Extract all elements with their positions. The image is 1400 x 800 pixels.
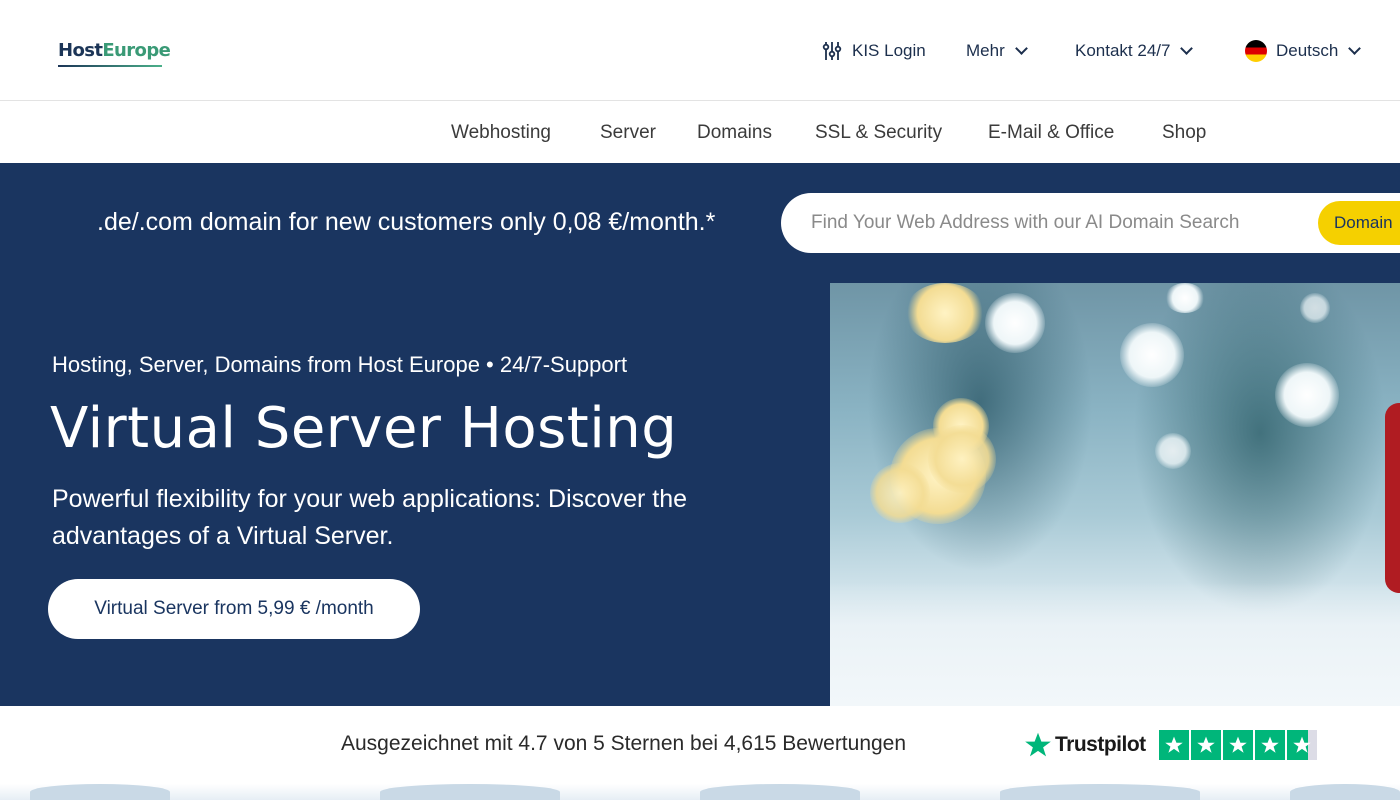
trustpilot-wordmark: Trustpilot <box>1055 733 1146 756</box>
winter-bokeh-image <box>830 283 1400 706</box>
domain-search-input[interactable] <box>811 207 1311 239</box>
trustpilot-star-icon <box>1025 732 1051 757</box>
rating-star-icon <box>1255 730 1285 760</box>
trustpilot-stars <box>1159 730 1319 760</box>
nav-ssl-security[interactable]: SSL & Security <box>815 102 942 163</box>
chevron-down-icon <box>1014 41 1028 55</box>
virtual-server-cta-button[interactable]: Virtual Server from 5,99 € /month <box>48 579 420 639</box>
rating-star-icon <box>1159 730 1189 760</box>
contact-label: Kontakt 24/7 <box>1075 41 1171 60</box>
hero-description: Powerful flexibility for your web applic… <box>52 485 687 550</box>
nav-domains[interactable]: Domains <box>697 102 772 163</box>
contact-menu[interactable]: Kontakt 24/7 <box>1075 38 1194 64</box>
side-feedback-tab[interactable] <box>1385 403 1400 593</box>
chevron-down-icon <box>1180 41 1194 55</box>
kis-login-label: KIS Login <box>852 41 926 60</box>
logo-underline <box>58 65 162 67</box>
top-header: HostEurope KIS Login Mehr Kontakt 24/7 D… <box>0 0 1400 101</box>
kis-login-link[interactable]: KIS Login <box>822 38 926 64</box>
domain-promo-text: .de/.com domain for new customers only 0… <box>97 208 716 236</box>
nav-server[interactable]: Server <box>600 102 656 163</box>
chevron-down-icon <box>1348 41 1362 55</box>
domain-search-button[interactable]: Domain <box>1318 201 1400 245</box>
trustpilot-rating-text: Ausgezeichnet mit 4.7 von 5 Sternen bei … <box>341 732 907 755</box>
rating-star-icon <box>1223 730 1253 760</box>
decorative-bottom-edge <box>0 784 1400 800</box>
nav-webhosting[interactable]: Webhosting <box>451 102 551 163</box>
snow-ground <box>830 583 1400 706</box>
german-flag-icon <box>1245 40 1267 62</box>
language-selector[interactable]: Deutsch <box>1245 38 1362 64</box>
rating-star-icon <box>1191 730 1221 760</box>
sliders-icon <box>822 42 842 60</box>
hero-subtitle: Hosting, Server, Domains from Host Europ… <box>52 352 628 377</box>
more-menu[interactable]: Mehr <box>966 38 1028 64</box>
domain-search-bar: Domain <box>781 193 1400 253</box>
hero-title: Virtual Server Hosting <box>50 396 678 461</box>
trustpilot-logo[interactable]: Trustpilot <box>1024 730 1146 760</box>
main-navigation: Webhosting Server Domains SSL & Security… <box>0 102 1400 163</box>
hero-section: .de/.com domain for new customers only 0… <box>0 163 1400 706</box>
trustpilot-strip: Ausgezeichnet mit 4.7 von 5 Sternen bei … <box>0 706 1400 784</box>
language-label: Deutsch <box>1276 41 1339 60</box>
more-label: Mehr <box>966 41 1005 60</box>
rating-star-partial-icon <box>1287 730 1317 760</box>
logo-text: HostEurope <box>58 40 171 61</box>
nav-shop[interactable]: Shop <box>1162 102 1206 163</box>
nav-email-office[interactable]: E-Mail & Office <box>988 102 1114 163</box>
host-europe-logo[interactable]: HostEurope <box>58 38 171 68</box>
